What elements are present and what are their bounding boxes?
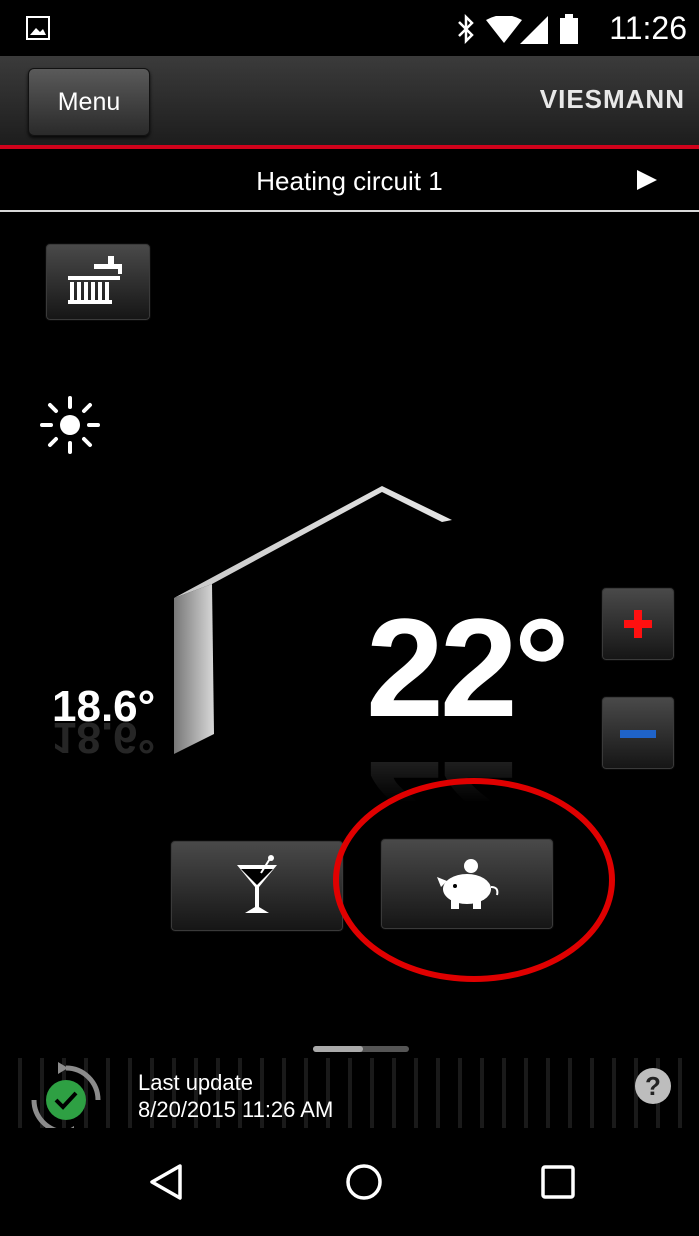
tap-radiator-icon [68, 256, 122, 304]
viessmann-logo: VIESMANN [539, 84, 685, 114]
minus-icon [620, 730, 656, 738]
recents-icon[interactable] [540, 1164, 576, 1200]
help-icon[interactable]: ? [635, 1068, 671, 1104]
circuit-title[interactable]: Heating circuit 1 [0, 166, 699, 197]
menu-button[interactable]: Menu [28, 68, 150, 136]
highlight-annotation-circle [333, 778, 615, 982]
hot-water-button[interactable] [45, 243, 151, 321]
last-update-label: Last update [138, 1070, 253, 1095]
battery-icon [560, 14, 578, 44]
party-mode-button[interactable] [170, 840, 344, 932]
sun-icon [40, 396, 100, 454]
last-update-value: 8/20/2015 11:26 AM [138, 1097, 334, 1122]
app-header: Menu VIESMANN [0, 56, 699, 148]
back-icon[interactable] [148, 1162, 184, 1202]
status-bar: 11:26 [0, 0, 699, 56]
bluetooth-icon [458, 14, 474, 44]
image-icon [26, 16, 50, 40]
next-circuit-icon[interactable] [635, 168, 659, 192]
android-nav-bar [0, 1128, 699, 1236]
page-indicator-active [313, 1046, 363, 1052]
footer-bar [0, 1058, 699, 1128]
set-temperature: 22° [366, 589, 570, 746]
wifi-icon [486, 16, 522, 43]
refresh-status-icon[interactable] [28, 1062, 104, 1138]
current-temperature-reflection: 18.6° [52, 713, 156, 762]
signal-icon [520, 16, 548, 44]
home-icon[interactable] [344, 1162, 384, 1202]
increase-temperature-button[interactable] [601, 587, 675, 661]
cocktail-icon [237, 855, 277, 913]
status-time: 11:26 [609, 10, 687, 46]
decrease-temperature-button[interactable] [601, 696, 675, 770]
header-accent-line [0, 145, 699, 149]
circuit-bar: Heating circuit 1 [0, 152, 699, 212]
plus-icon [624, 610, 652, 638]
